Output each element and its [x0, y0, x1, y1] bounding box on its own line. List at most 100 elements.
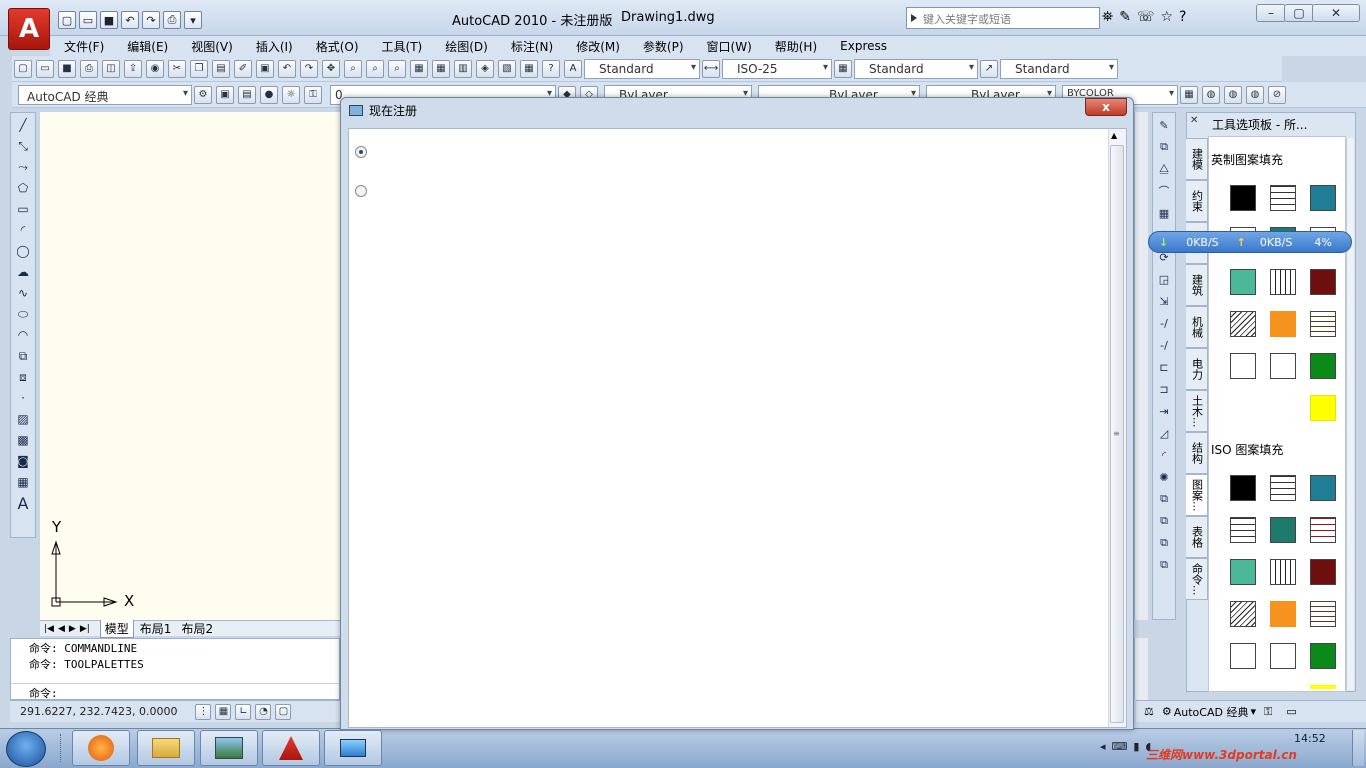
hatch-swatch-grid[interactable] [1270, 269, 1296, 295]
help-toolbar-icon[interactable]: ? [542, 59, 560, 78]
hatch-swatch-solid-black[interactable] [1230, 185, 1256, 211]
zoom-realtime-icon[interactable]: ⌕ [344, 59, 362, 78]
infocenter-search-input[interactable]: 键入关键字或短语 [906, 7, 1100, 29]
palette-tab-structural[interactable]: 结构 [1186, 432, 1208, 474]
tray-network-icon[interactable]: ▮ [1133, 740, 1139, 753]
layer-freeze-icon[interactable]: ☼ [282, 85, 300, 104]
iso-swatch-brick-red[interactable] [1310, 517, 1336, 543]
show-desktop-button[interactable] [1352, 730, 1364, 766]
menu-express[interactable]: Express [840, 39, 887, 53]
dialog-scrollbar[interactable]: ▲ ≡ [1108, 129, 1126, 727]
tab-layout2[interactable]: 布局2 [181, 620, 213, 637]
subscription-icon[interactable]: ✎ [1119, 9, 1131, 25]
maximize-button[interactable]: ▢ [1284, 4, 1314, 22]
insert-block-icon[interactable]: ⧉ [13, 347, 33, 365]
tool-palettes-icon[interactable]: ▥ [454, 59, 472, 78]
layer-on-icon[interactable]: ● [260, 85, 278, 104]
arc-icon[interactable]: ◜ [13, 221, 33, 239]
hatch-swatch-teal-blue[interactable] [1310, 185, 1336, 211]
menu-window[interactable]: 窗口(W) [707, 38, 752, 55]
extend-icon[interactable]: -/ [1155, 336, 1173, 354]
palette-tab-civil[interactable]: 土木... [1186, 390, 1208, 432]
ortho-mode-icon[interactable]: ∟ [235, 703, 252, 720]
copy-icon[interactable]: ❐ [190, 59, 208, 78]
menu-format[interactable]: 格式(O) [316, 38, 359, 55]
iso-swatch-earth[interactable] [1230, 643, 1256, 669]
close-window-button[interactable]: ✕ [1312, 4, 1360, 22]
pan-icon[interactable]: ✥ [322, 59, 340, 78]
erase-icon[interactable]: ✎ [1155, 116, 1173, 134]
circle-icon[interactable]: ◯ [13, 242, 33, 260]
drawing-vertical-scrollbar[interactable] [1134, 112, 1148, 620]
iso-swatch-yellow[interactable] [1310, 685, 1336, 689]
undo-toolbar-icon[interactable]: ↶ [278, 59, 296, 78]
explode-icon[interactable]: ✺ [1155, 468, 1173, 486]
minimize-button[interactable]: – [1256, 4, 1286, 22]
hatch-icon[interactable]: ▨ [13, 410, 33, 428]
polygon-icon[interactable]: ⬠ [13, 179, 33, 197]
tab-last-icon[interactable]: ▶| [80, 624, 90, 634]
qnew-icon[interactable]: ▢ [14, 59, 32, 78]
block-editor-icon[interactable]: ▣ [256, 59, 274, 78]
menu-tools[interactable]: 工具(T) [382, 38, 423, 55]
layer-properties-icon[interactable]: ▤ [238, 85, 256, 104]
iso-swatch-parquet[interactable] [1310, 601, 1336, 627]
zoom-window-icon[interactable]: ⌕ [366, 59, 384, 78]
text-style-combo[interactable]: Standard [584, 58, 700, 79]
workspace-switch-label[interactable]: AutoCAD 经典 [1174, 704, 1249, 720]
taskbar-autocad-icon[interactable] [262, 730, 320, 766]
iso-swatch-diagonal[interactable] [1230, 601, 1256, 627]
iso-swatch-wave[interactable] [1270, 643, 1296, 669]
snap-mode-icon[interactable]: ⋮ [195, 703, 212, 720]
palette-close-icon[interactable]: ✕ [1190, 115, 1198, 126]
palette-tab-mechanical[interactable]: 机械 [1186, 306, 1208, 348]
menu-edit[interactable]: 编辑(E) [127, 38, 168, 55]
drawing-canvas[interactable]: Y X [40, 112, 340, 620]
hatch-swatch-mint[interactable] [1230, 269, 1256, 295]
iso-swatch-brick-2[interactable] [1230, 517, 1256, 543]
workspace-combo[interactable]: AutoCAD 经典 [18, 84, 192, 105]
globe-add-icon[interactable]: ◍ [1224, 85, 1242, 104]
palette-tab-hatches[interactable]: 图案... [1186, 474, 1208, 516]
construction-line-icon[interactable]: ⤡ [13, 137, 33, 155]
tab-prev-icon[interactable]: ◀ [58, 624, 65, 634]
calculator-icon[interactable]: ▦ [520, 59, 538, 78]
preview-icon[interactable]: ◫ [102, 59, 120, 78]
offset-icon[interactable]: ⌒ [1155, 182, 1173, 200]
menu-parametric[interactable]: 参数(P) [643, 38, 684, 55]
communication-icon[interactable]: ☏ [1137, 9, 1155, 25]
taskbar-firefox-icon[interactable] [72, 730, 130, 766]
table-icon[interactable]: ▦ [13, 473, 33, 491]
hatch-swatch-brick[interactable] [1270, 185, 1296, 211]
publish-icon[interactable]: ⇪ [124, 59, 142, 78]
tab-model[interactable]: 模型 [99, 619, 134, 638]
draworder-back-icon[interactable]: ⧉ [1155, 512, 1173, 530]
properties-icon[interactable]: ▦ [410, 59, 428, 78]
taskbar-explorer-icon[interactable] [137, 730, 195, 766]
draworder-above-icon[interactable]: ⧉ [1155, 534, 1173, 552]
qat-dropdown-icon[interactable]: ▾ [184, 11, 202, 29]
palette-tab-constraints[interactable]: 约束 [1186, 180, 1208, 222]
print-icon[interactable]: ⎙ [80, 59, 98, 78]
3d-dwf-icon[interactable]: ◉ [146, 59, 164, 78]
command-scrollbar[interactable] [1134, 638, 1148, 700]
plot-icon[interactable]: ⎙ [163, 11, 181, 29]
palette-tab-command[interactable]: 命令... [1186, 558, 1208, 600]
favorites-icon[interactable]: ☆ [1160, 9, 1173, 25]
tray-keyboard-icon[interactable]: ⌨ [1112, 740, 1128, 753]
menu-file[interactable]: 文件(F) [64, 38, 104, 55]
multileader-style-combo[interactable]: Standard [1000, 58, 1118, 79]
taskbar-clock[interactable]: 14:52 [1294, 732, 1326, 745]
rectangle-icon[interactable]: ▭ [13, 200, 33, 218]
clean-screen-icon[interactable]: ▭ [1286, 705, 1296, 718]
tray-show-hidden-icon[interactable]: ◂ [1100, 740, 1106, 753]
palette-tab-architectural[interactable]: 建筑 [1186, 264, 1208, 306]
match-properties-icon[interactable]: ✐ [234, 59, 252, 78]
open-icon[interactable]: ▭ [36, 59, 54, 78]
workspace-save-icon[interactable]: ▣ [216, 85, 234, 104]
hatch-swatch-orange[interactable] [1270, 311, 1296, 337]
start-button[interactable] [6, 731, 46, 767]
redo-toolbar-icon[interactable]: ↷ [300, 59, 318, 78]
view-icon[interactable]: ▦ [1180, 85, 1198, 104]
trim-icon[interactable]: -/ [1155, 314, 1173, 332]
